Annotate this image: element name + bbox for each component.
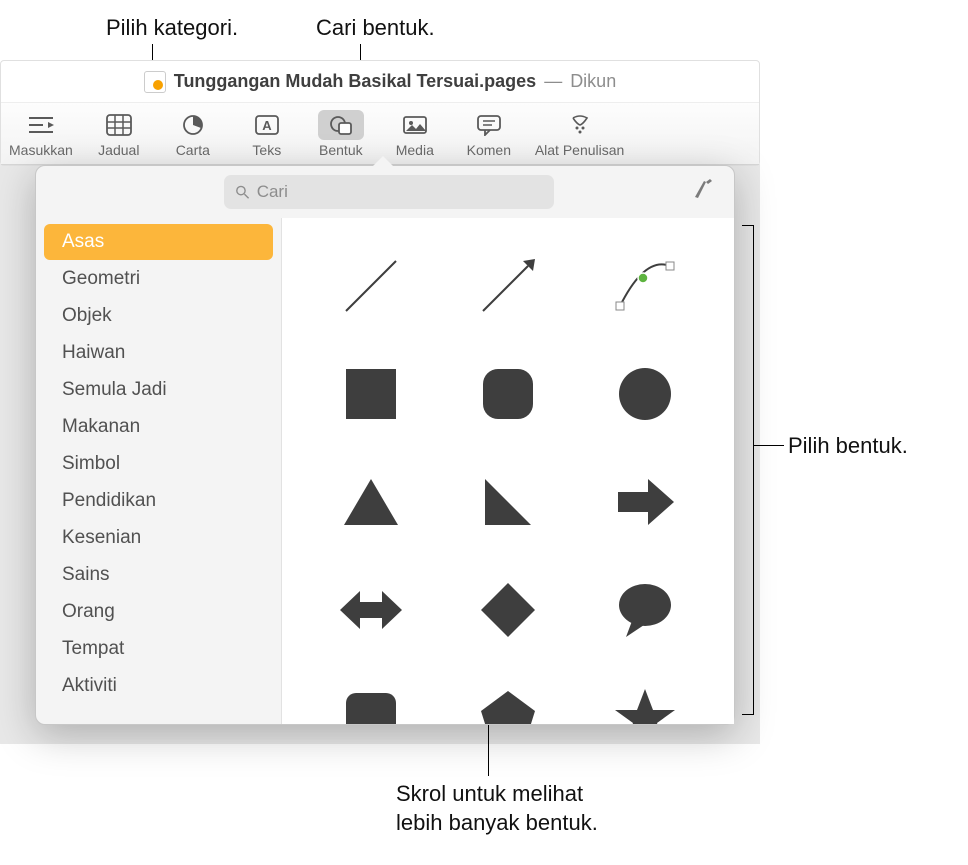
shape-rounded-square[interactable] bbox=[443, 344, 572, 444]
shape-diamond[interactable] bbox=[443, 560, 572, 660]
toolbar-label: Carta bbox=[176, 142, 210, 158]
title-status: Dikun bbox=[570, 71, 616, 92]
sidebar-item-objek[interactable]: Objek bbox=[44, 298, 273, 334]
chart-icon bbox=[170, 110, 216, 140]
shape-right-triangle[interactable] bbox=[443, 452, 572, 552]
search-input[interactable] bbox=[257, 182, 544, 202]
svg-text:A: A bbox=[262, 118, 272, 133]
draw-shape-icon[interactable] bbox=[692, 177, 716, 207]
callout-pickshape: Pilih bentuk. bbox=[788, 432, 908, 461]
writing-icon bbox=[557, 110, 603, 140]
callout-bracket-tick bbox=[754, 445, 784, 446]
toolbar-comment-button[interactable]: Komen bbox=[461, 110, 517, 158]
app-window: Tunggangan Mudah Basikal Tersuai.pages —… bbox=[0, 60, 760, 166]
toolbar-label: Media bbox=[396, 142, 434, 158]
shape-square[interactable] bbox=[306, 344, 435, 444]
shape-curve[interactable] bbox=[581, 236, 710, 336]
toolbar-media-button[interactable]: Media bbox=[387, 110, 443, 158]
callout-category: Pilih kategori. bbox=[106, 14, 238, 43]
callout-line-scroll bbox=[488, 720, 489, 776]
shape-arrow-right[interactable] bbox=[581, 452, 710, 552]
sidebar-item-orang[interactable]: Orang bbox=[44, 594, 273, 630]
callout-scroll: Skrol untuk melihat lebih banyak bentuk. bbox=[396, 780, 598, 837]
sidebar-item-sains[interactable]: Sains bbox=[44, 557, 273, 593]
shapes-popover: AsasGeometriObjekHaiwanSemula JadiMakana… bbox=[35, 165, 735, 725]
sidebar-item-aktiviti[interactable]: Aktiviti bbox=[44, 668, 273, 704]
sidebar-item-geometri[interactable]: Geometri bbox=[44, 261, 273, 297]
shape-circle[interactable] bbox=[581, 344, 710, 444]
toolbar-writing-button[interactable]: Alat Penulisan bbox=[535, 110, 625, 158]
toolbar-label: Komen bbox=[467, 142, 511, 158]
shape-callout-box[interactable] bbox=[306, 668, 435, 724]
media-icon bbox=[392, 110, 438, 140]
shape-grid[interactable] bbox=[281, 218, 734, 724]
table-icon bbox=[96, 110, 142, 140]
toolbar-text-button[interactable]: A Teks bbox=[239, 110, 295, 158]
shape-triangle[interactable] bbox=[306, 452, 435, 552]
toolbar-chart-button[interactable]: Carta bbox=[165, 110, 221, 158]
toolbar-label: Teks bbox=[252, 142, 281, 158]
sidebar-item-semula-jadi[interactable]: Semula Jadi bbox=[44, 372, 273, 408]
toolbar-label: Jadual bbox=[98, 142, 139, 158]
shape-line[interactable] bbox=[306, 236, 435, 336]
toolbar-shape-button[interactable]: Bentuk bbox=[313, 110, 369, 158]
document-title: Tunggangan Mudah Basikal Tersuai.pages bbox=[174, 71, 536, 92]
shape-pentagon[interactable] bbox=[443, 668, 572, 724]
popover-body: AsasGeometriObjekHaiwanSemula JadiMakana… bbox=[36, 218, 734, 724]
sidebar-item-pendidikan[interactable]: Pendidikan bbox=[44, 483, 273, 519]
callout-search: Cari bentuk. bbox=[316, 14, 435, 43]
sidebar-item-asas[interactable]: Asas bbox=[44, 224, 273, 260]
search-field-wrap[interactable] bbox=[224, 175, 554, 209]
sidebar-item-simbol[interactable]: Simbol bbox=[44, 446, 273, 482]
shape-arrow-bidir[interactable] bbox=[306, 560, 435, 660]
comment-icon bbox=[466, 110, 512, 140]
search-icon bbox=[234, 183, 251, 201]
text-icon: A bbox=[244, 110, 290, 140]
toolbar-label: Alat Penulisan bbox=[535, 142, 625, 158]
category-sidebar: AsasGeometriObjekHaiwanSemula JadiMakana… bbox=[36, 218, 281, 724]
toolbar-table-button[interactable]: Jadual bbox=[91, 110, 147, 158]
toolbar-label: Masukkan bbox=[9, 142, 73, 158]
title-separator: — bbox=[544, 71, 562, 92]
shape-arrow-line[interactable] bbox=[443, 236, 572, 336]
sidebar-item-kesenian[interactable]: Kesenian bbox=[44, 520, 273, 556]
window-titlebar: Tunggangan Mudah Basikal Tersuai.pages —… bbox=[1, 61, 759, 103]
shape-star[interactable] bbox=[581, 668, 710, 724]
document-icon bbox=[144, 71, 166, 93]
sidebar-item-tempat[interactable]: Tempat bbox=[44, 631, 273, 667]
insert-icon bbox=[18, 110, 64, 140]
popover-header bbox=[36, 166, 734, 218]
shape-speech-bubble[interactable] bbox=[581, 560, 710, 660]
toolbar-label: Bentuk bbox=[319, 142, 363, 158]
toolbar-insert-button[interactable]: Masukkan bbox=[9, 110, 73, 158]
sidebar-item-makanan[interactable]: Makanan bbox=[44, 409, 273, 445]
shape-icon bbox=[318, 110, 364, 140]
sidebar-item-haiwan[interactable]: Haiwan bbox=[44, 335, 273, 371]
callout-bracket bbox=[742, 225, 754, 715]
